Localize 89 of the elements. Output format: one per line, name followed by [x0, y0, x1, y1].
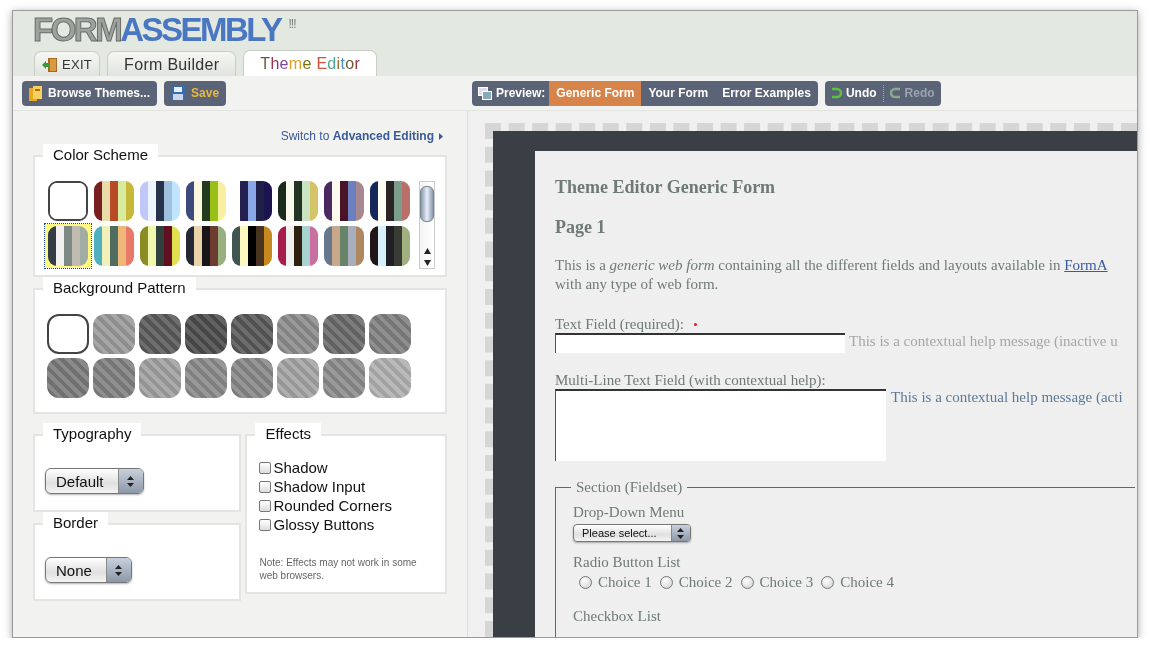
logo-text: FORM — [33, 13, 121, 47]
color-scheme-swatch[interactable] — [94, 226, 134, 266]
checkbox-label: Shadow Input — [273, 478, 366, 495]
radio-label: Choice 3 — [759, 574, 814, 591]
radio-label: Choice 2 — [678, 574, 733, 591]
field-label: Text Field (required): — [555, 315, 684, 333]
color-scheme-swatch[interactable] — [278, 226, 318, 266]
radio-button[interactable] — [740, 576, 754, 589]
logo-mark: !!! — [288, 17, 296, 31]
radio-button[interactable] — [659, 576, 673, 589]
color-scheme-swatch[interactable] — [94, 181, 134, 221]
help-message: This is a contextual help message (inactive u — [849, 333, 1118, 350]
pattern-swatch[interactable] — [47, 358, 89, 398]
help-message: This is a contextual help message (acti — [891, 389, 1123, 406]
effects-note: Note: Effects may not work in some web browsers. — [259, 556, 418, 582]
pattern-swatch[interactable] — [139, 314, 181, 354]
checkbox[interactable] — [259, 461, 272, 474]
windows-icon — [478, 86, 492, 100]
scroll-up-arrow-icon[interactable] — [423, 248, 431, 254]
section-legend: Section (Fieldset) — [571, 479, 688, 496]
form-title: Theme Editor Generic Form — [555, 177, 777, 199]
up-down-arrows-icon — [127, 475, 135, 487]
up-down-arrows-icon — [115, 564, 123, 576]
color-scheme-swatch[interactable] — [232, 226, 272, 266]
pattern-swatch[interactable] — [369, 358, 411, 398]
intro-paragraph: This is a generic web form containing all the different fields and layouts available in FormA with any type of web form. — [555, 256, 1109, 294]
pattern-swatch[interactable] — [93, 358, 135, 398]
color-scheme-swatch[interactable] — [140, 226, 180, 266]
text-area-field[interactable] — [555, 389, 886, 461]
tab[interactable]: EXIT — [34, 51, 101, 77]
book-icon — [29, 85, 42, 101]
pattern-swatch[interactable] — [93, 314, 135, 354]
pattern-swatch[interactable] — [277, 314, 319, 354]
radio-button[interactable] — [821, 576, 835, 589]
pattern-swatch[interactable] — [369, 314, 411, 354]
pattern-swatch[interactable] — [277, 358, 319, 398]
advanced-editing-link[interactable]: Switch to Advanced Editing — [280, 129, 434, 143]
radio-label: Choice 1 — [598, 574, 652, 591]
color-scheme-swatch[interactable] — [48, 226, 88, 266]
radio-button[interactable] — [579, 576, 592, 589]
save-button[interactable]: Save — [164, 80, 227, 106]
browse-themes-button[interactable]: Browse Themes... — [22, 80, 158, 106]
pattern-swatch[interactable] — [185, 358, 227, 398]
checkbox[interactable] — [259, 499, 272, 512]
typography-select[interactable]: Default — [45, 468, 144, 494]
field-label: Radio Button List — [573, 554, 682, 572]
color-scheme-swatch[interactable] — [324, 181, 364, 221]
color-scheme-swatch[interactable] — [186, 226, 226, 266]
color-scheme-swatch[interactable] — [324, 226, 364, 266]
scroll-down-arrow-icon[interactable] — [423, 260, 431, 266]
color-scheme-swatch[interactable] — [370, 226, 410, 266]
up-down-arrows-icon — [677, 527, 685, 539]
preview-label: Preview: — [472, 80, 550, 106]
text-input-field[interactable] — [555, 333, 845, 353]
color-scheme-swatch[interactable] — [370, 181, 410, 221]
scrollbar[interactable] — [419, 181, 435, 269]
radio-label: Choice 4 — [840, 574, 894, 591]
field-label: Drop-Down Menu — [573, 504, 686, 522]
checkbox-label: Glossy Buttons — [273, 516, 375, 533]
caret-icon — [439, 132, 443, 140]
field-label: Multi-Line Text Field (with contextual help): — [555, 371, 826, 389]
pattern-swatch[interactable] — [139, 358, 181, 398]
color-scheme-swatch[interactable] — [186, 181, 226, 221]
pattern-swatch[interactable] — [323, 358, 365, 398]
color-scheme-swatch[interactable] — [278, 181, 318, 221]
field-label: Checkbox List — [573, 608, 662, 626]
dropdown-select[interactable]: Please select... — [573, 524, 691, 542]
pattern-swatch[interactable] — [185, 314, 227, 354]
undo-button[interactable]: Undo — [824, 80, 883, 106]
pattern-swatch[interactable] — [231, 358, 273, 398]
logo-text: ASSEMBLY — [120, 13, 281, 47]
border-select[interactable]: None — [45, 557, 132, 583]
formassembly-link[interactable]: FormA — [1064, 257, 1108, 273]
checkbox-label: Rounded Corners — [273, 497, 392, 514]
page-heading: Page 1 — [555, 217, 607, 239]
pattern-swatch[interactable] — [231, 314, 273, 354]
pattern-swatch[interactable] — [47, 314, 89, 354]
tab[interactable]: Form Builder — [107, 51, 237, 77]
group-title: Background Pattern — [43, 277, 196, 297]
checkbox-label: Shadow — [273, 459, 328, 476]
preview-tab[interactable]: Error Examples — [715, 80, 818, 106]
pattern-swatch[interactable] — [323, 314, 365, 354]
color-scheme-swatch[interactable] — [140, 181, 180, 221]
group-title: Typography — [43, 423, 142, 443]
checkbox[interactable] — [259, 480, 272, 493]
tab[interactable]: Theme Editor — [243, 50, 377, 77]
exit-door-icon — [42, 56, 58, 73]
preview-tab[interactable]: Your Form — [641, 80, 716, 106]
checkbox[interactable] — [259, 518, 272, 531]
